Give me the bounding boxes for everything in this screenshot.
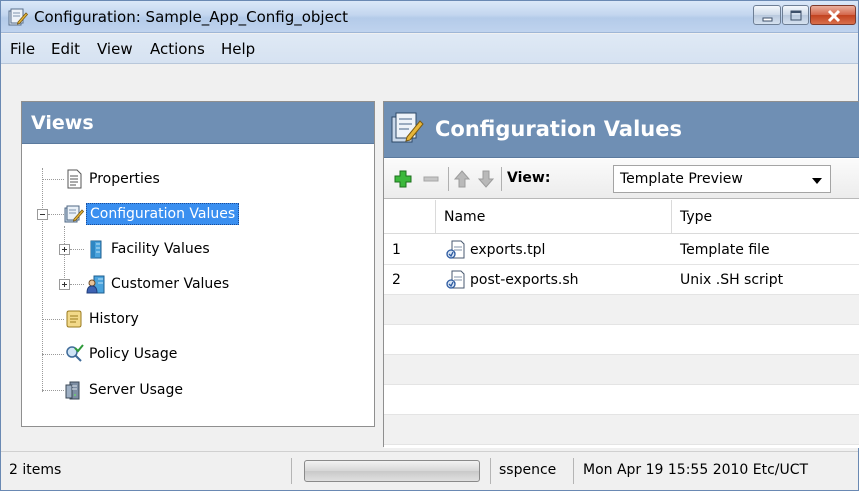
empty-row <box>384 385 859 415</box>
view-label: View: <box>507 170 551 186</box>
tree-line <box>70 249 84 250</box>
minimize-button[interactable] <box>753 5 781 25</box>
values-toolbar: View: Template Preview <box>384 159 859 199</box>
arrow-up-icon <box>453 170 471 188</box>
history-scroll-icon <box>66 310 82 328</box>
status-separator <box>490 458 491 484</box>
customer-icon <box>86 275 105 294</box>
arrow-down-icon <box>477 170 495 188</box>
menu-bar: File Edit View Actions Help <box>1 34 858 64</box>
configuration-values-panel: Configuration Values View: Template Prev… <box>383 101 859 448</box>
panel-splitter[interactable] <box>375 101 383 427</box>
move-up-button[interactable] <box>452 169 472 189</box>
table-header: Name Type <box>384 200 859 234</box>
title-bar[interactable]: Configuration: Sample_App_Config_object <box>1 1 858 33</box>
tree-line <box>42 354 64 355</box>
row-name: post-exports.sh <box>470 272 579 288</box>
row-index: 2 <box>392 272 401 288</box>
collapse-toggle[interactable] <box>37 209 48 220</box>
document-icon <box>67 169 82 189</box>
table-row[interactable]: 1 exports.tpl Template file <box>384 235 859 265</box>
tree-label: Policy Usage <box>89 346 178 362</box>
configuration-values-header: Configuration Values <box>384 102 859 158</box>
window-title: Configuration: Sample_App_Config_object <box>34 8 348 26</box>
menu-actions[interactable]: Actions <box>150 40 205 58</box>
menu-edit[interactable]: Edit <box>51 40 80 58</box>
tree-line <box>42 179 64 180</box>
menu-view[interactable]: View <box>97 40 133 58</box>
move-down-button[interactable] <box>476 169 496 189</box>
views-header: Views <box>22 102 374 144</box>
file-script-icon <box>446 270 465 289</box>
maximize-icon <box>790 10 802 21</box>
minus-icon <box>423 176 439 182</box>
tree-label: Customer Values <box>111 276 230 292</box>
column-header-name[interactable]: Name <box>436 200 672 234</box>
row-type: Unix .SH script <box>680 272 784 288</box>
tree-line <box>42 390 64 391</box>
configuration-values-title: Configuration Values <box>435 117 682 141</box>
menu-file[interactable]: File <box>10 40 35 58</box>
column-header-index[interactable] <box>384 200 436 234</box>
expand-toggle[interactable] <box>59 279 70 290</box>
status-separator <box>573 458 574 484</box>
views-panel: Views Properties Configuration Values Fa… <box>21 101 375 427</box>
minimize-icon <box>762 17 773 22</box>
add-button[interactable] <box>393 169 413 189</box>
empty-row <box>384 355 859 385</box>
tree-label: Facility Values <box>111 241 210 257</box>
tree-line <box>64 226 65 286</box>
maximize-button[interactable] <box>782 5 809 25</box>
tree-line <box>42 168 43 392</box>
expand-toggle[interactable] <box>59 244 70 255</box>
empty-row <box>384 325 859 355</box>
remove-button[interactable] <box>421 169 441 189</box>
tree-label: Configuration Values <box>86 203 240 225</box>
column-header-type[interactable]: Type <box>672 200 859 234</box>
empty-row <box>384 415 859 445</box>
policy-icon <box>66 344 84 362</box>
values-table: Name Type 1 exports.tpl Template file 2 <box>384 200 859 448</box>
view-select[interactable]: Template Preview <box>613 165 831 193</box>
progress-bar <box>304 460 480 482</box>
menu-help[interactable]: Help <box>221 40 255 58</box>
status-separator <box>291 458 292 484</box>
tree-label: Server Usage <box>89 382 183 398</box>
status-user: sspence <box>499 462 557 478</box>
tree-label: Properties <box>89 171 160 187</box>
tree-label: History <box>89 311 139 327</box>
chevron-down-icon <box>812 178 822 184</box>
toolbar-separator <box>501 167 502 191</box>
toolbar-separator <box>448 167 449 191</box>
table-row[interactable]: 2 post-exports.sh Unix .SH script <box>384 265 859 295</box>
server-icon <box>65 381 80 400</box>
config-edit-icon <box>391 112 424 143</box>
row-type: Template file <box>680 242 770 258</box>
status-timestamp: Mon Apr 19 15:55 2010 Etc/UCT <box>583 462 809 478</box>
plus-icon <box>394 170 412 188</box>
row-name: exports.tpl <box>470 242 546 258</box>
tree-line <box>70 284 84 285</box>
tree-line <box>48 214 64 215</box>
facility-icon <box>90 240 102 259</box>
item-count: 2 items <box>9 462 62 478</box>
empty-row <box>384 295 859 325</box>
status-bar: 2 items sspence Mon Apr 19 15:55 2010 Et… <box>1 451 858 490</box>
config-edit-icon <box>64 205 84 223</box>
close-icon <box>827 9 841 23</box>
file-script-icon <box>446 240 465 259</box>
close-button[interactable] <box>810 5 856 25</box>
row-index: 1 <box>392 242 401 258</box>
views-title: Views <box>31 112 94 134</box>
tree-line <box>42 319 64 320</box>
config-edit-icon <box>8 8 28 26</box>
configuration-window: Configuration: Sample_App_Config_object … <box>0 0 859 491</box>
view-select-value: Template Preview <box>620 171 743 187</box>
